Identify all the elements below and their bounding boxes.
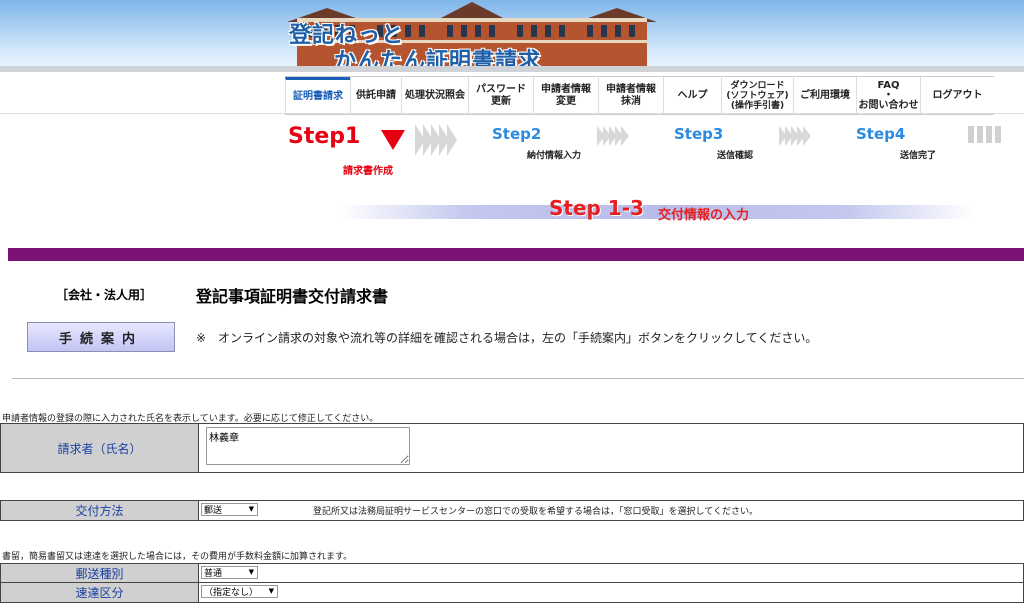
mail-type-label: 郵送種別 <box>1 564 199 582</box>
delivery-hint: 登記所又は法務局証明サービスセンターの窓口での受取を希望する場合は，「窓口受取」… <box>313 507 758 517</box>
delivery-method-select[interactable]: 郵送 ▼ <box>201 503 258 516</box>
express-label: 速達区分 <box>1 583 199 602</box>
dropdown-caret-icon: ▼ <box>248 568 254 576</box>
step3-label: Step3 <box>674 125 724 143</box>
form-title: 登記事項証明書交付請求書 <box>196 287 389 306</box>
progress-bars-icon <box>968 126 1001 143</box>
requester-name-input[interactable]: 林義章 <box>206 427 410 465</box>
guide-note: ※ オンライン請求の対象や流れ等の詳細を確認される場合は，左の「手続案内」ボタン… <box>196 331 818 345</box>
current-step-arrow-icon <box>381 130 405 150</box>
step1-sub: 請求書作成 <box>343 166 393 177</box>
nav-help[interactable]: ヘルプ <box>663 77 721 114</box>
chevron-arrows-icon <box>597 126 629 146</box>
mail-type-select[interactable]: 普通 ▼ <box>201 566 258 579</box>
nav-environment[interactable]: ご利用環境 <box>793 77 856 114</box>
nav-logout[interactable]: ログアウト <box>920 77 994 114</box>
step3-sub: 送信確認 <box>717 151 754 161</box>
section-band <box>8 248 1024 261</box>
nav-faq[interactable]: FAQ ・ お問い合わせ <box>856 77 920 114</box>
step2-label: Step2 <box>492 125 542 143</box>
header-banner: 登記ねっと かんたん証明書請求 <box>0 0 1024 72</box>
step2-sub: 納付情報入力 <box>527 151 582 161</box>
chevron-arrows-icon <box>415 124 457 156</box>
nav-status-inquiry[interactable]: 処理状況照会 <box>401 77 468 114</box>
nav-applicant-change[interactable]: 申請者情報 変更 <box>533 77 598 114</box>
step4-sub: 送信完了 <box>900 151 937 161</box>
dropdown-caret-icon: ▼ <box>248 505 254 513</box>
nav-password-update[interactable]: パスワード 更新 <box>468 77 533 114</box>
express-row: 速達区分 （指定なし） ▼ <box>0 582 1024 603</box>
step4-label: Step4 <box>856 125 906 143</box>
substep-label: Step 1-3 <box>549 196 644 220</box>
nav-deposit-application[interactable]: 供託申請 <box>350 77 401 114</box>
dropdown-caret-icon: ▼ <box>268 587 274 595</box>
substep-title: 交付情報の入力 <box>658 208 750 223</box>
requester-row: 請求者（氏名） 林義章 <box>0 423 1024 473</box>
main-nav: 証明書請求 供託申請 処理状況照会 パスワード 更新 申請者情報 変更 申請者情… <box>285 76 994 115</box>
nav-download[interactable]: ダウンロード (ソフトウェア) (操作手引書) <box>721 77 793 114</box>
chevron-arrows-icon <box>779 126 811 146</box>
nav-applicant-delete[interactable]: 申請者情報 抹消 <box>598 77 663 114</box>
express-select[interactable]: （指定なし） ▼ <box>201 585 278 598</box>
step1-label: Step1 <box>288 124 361 149</box>
delivery-row: 交付方法 郵送 ▼ 登記所又は法務局証明サービスセンターの窓口での受取を希望する場… <box>0 500 1024 521</box>
mail-note: 書留，簡易書留又は速達を選択した場合には，その費用が手数料金額に加算されます。 <box>2 552 353 562</box>
requester-label: 請求者（氏名） <box>1 424 199 472</box>
corp-label: ［会社・法人用］ <box>56 288 153 302</box>
mail-type-row: 郵送種別 普通 ▼ <box>0 563 1024 583</box>
nav-certificate-request[interactable]: 証明書請求 <box>285 77 350 114</box>
procedure-guide-button[interactable]: 手続案内 <box>27 322 175 352</box>
delivery-label: 交付方法 <box>1 501 199 520</box>
